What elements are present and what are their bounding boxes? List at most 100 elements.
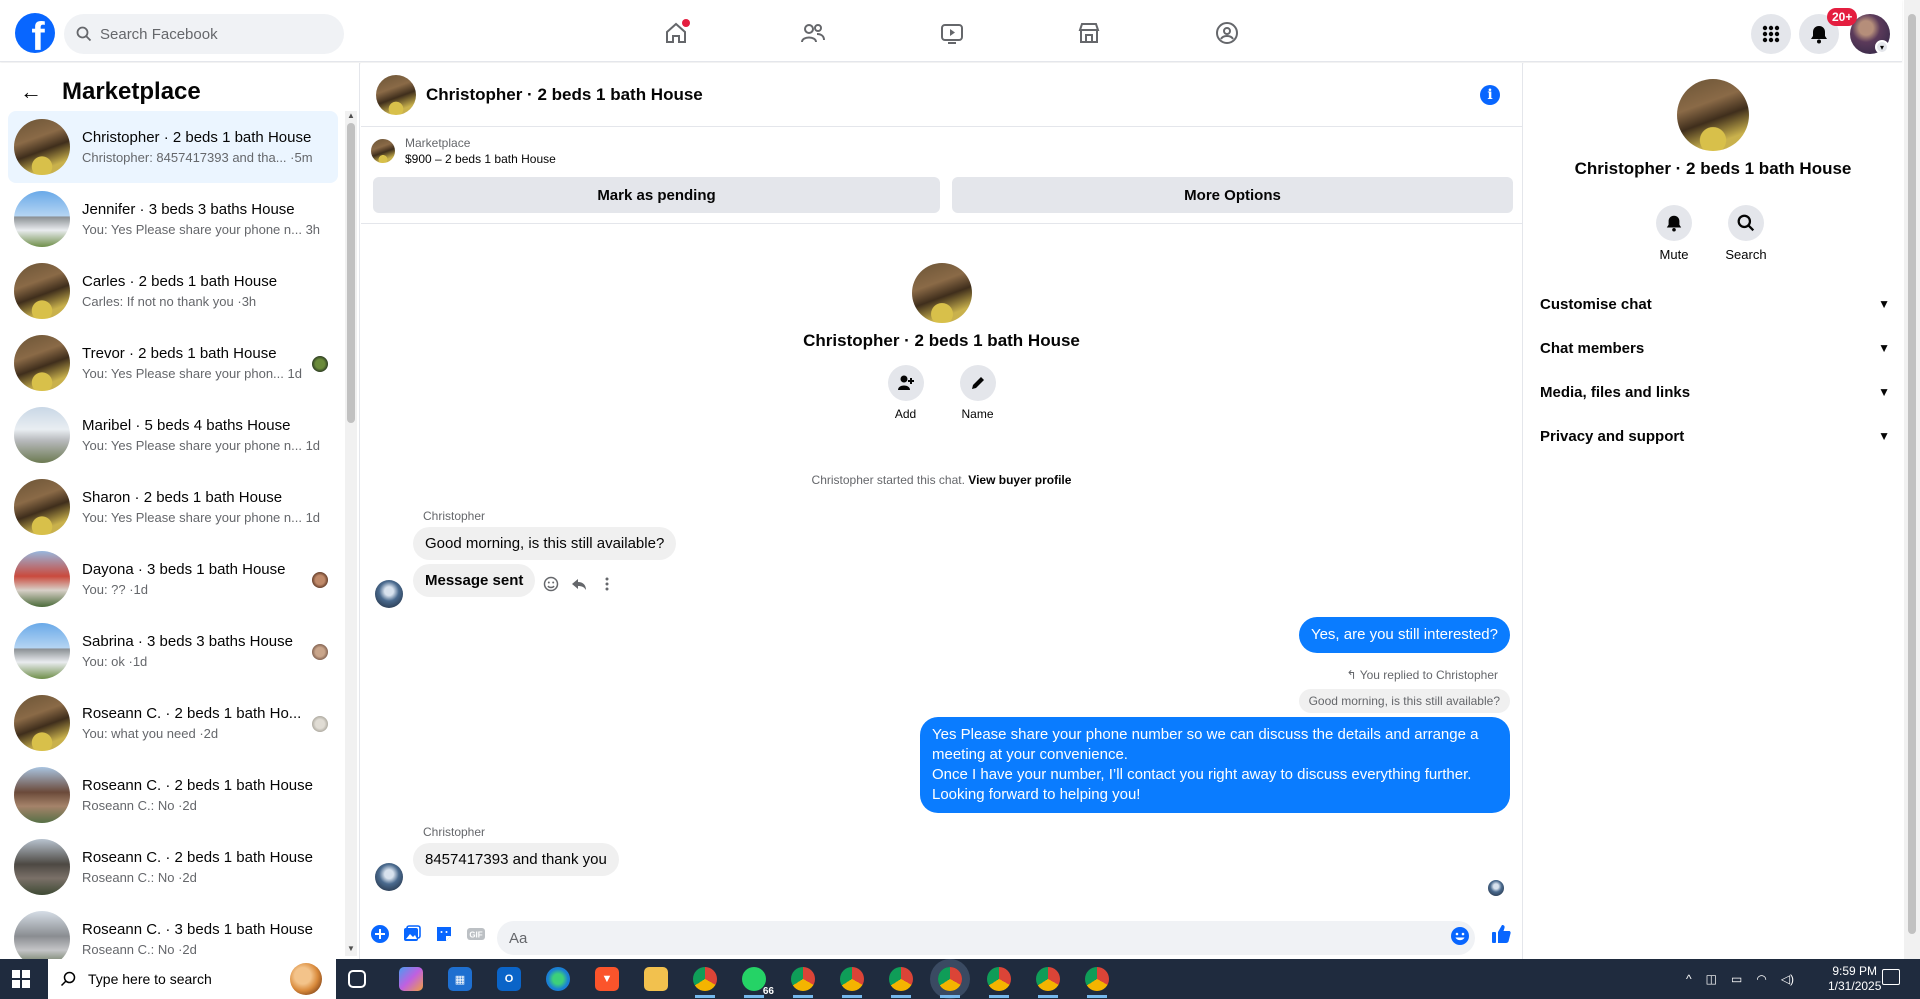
microsoft-store-icon[interactable]: ▦ [448, 967, 472, 991]
task-view-icon[interactable] [348, 970, 366, 988]
menu-button[interactable] [1751, 14, 1791, 54]
page-scrollbar-thumb[interactable] [1908, 14, 1916, 934]
outgoing-message[interactable]: Yes Please share your phone number so we… [920, 717, 1510, 813]
conversation-item[interactable]: Sabrina · 3 beds 3 baths House You: ok ·1… [8, 615, 338, 687]
like-button[interactable] [1490, 923, 1512, 945]
chat-details-panel: Christopher · 2 beds 1 bath House Mute S… [1524, 63, 1902, 959]
scrollbar-thumb[interactable] [347, 123, 355, 423]
sidebar-scrollbar[interactable]: ▲ ▼ [345, 111, 357, 956]
emoji-button[interactable] [1449, 925, 1471, 947]
nav-groups[interactable] [1212, 18, 1242, 48]
conversation-item[interactable]: Jennifer · 3 beds 3 baths House You: Yes … [8, 183, 338, 255]
more-options-icon[interactable] [599, 576, 615, 592]
sender-name: Christopher [423, 825, 486, 839]
sticker-button[interactable] [433, 923, 455, 945]
incoming-message[interactable]: Message sent [413, 564, 536, 597]
nav-marketplace[interactable] [1074, 18, 1104, 48]
attach-photo-button[interactable] [401, 923, 423, 945]
thumbs-up-icon [1492, 925, 1511, 943]
chrome-icon[interactable] [693, 967, 717, 998]
profile-avatar[interactable] [911, 263, 972, 323]
chat-members-section[interactable]: Chat members ▼ [1540, 333, 1890, 363]
file-explorer-icon[interactable] [644, 967, 668, 991]
conversation-preview: Christopher: 8457417393 and tha... ·5m [82, 150, 313, 165]
search-facebook-input[interactable]: Search Facebook [64, 14, 344, 54]
scroll-up-icon[interactable]: ▲ [347, 111, 355, 120]
outlook-icon[interactable]: O [497, 967, 521, 991]
more-actions-button[interactable] [369, 923, 391, 945]
search-in-conversation-button[interactable]: Search [1716, 205, 1776, 262]
chrome-icon[interactable] [1036, 967, 1060, 998]
chrome-icon[interactable] [1085, 967, 1109, 998]
conversation-item[interactable]: Christopher · 2 beds 1 bath House Christo… [8, 111, 338, 183]
quoted-message[interactable]: Good morning, is this still available? [1298, 689, 1510, 713]
gif-button[interactable]: GIF [465, 923, 487, 945]
nav-friends[interactable] [798, 18, 828, 48]
chat-avatar[interactable] [376, 74, 416, 115]
mark-as-pending-button[interactable]: Mark as pending [373, 177, 940, 213]
nav-home[interactable] [661, 18, 691, 48]
chat-title[interactable]: Christopher · 2 beds 1 bath House [426, 85, 703, 105]
conversation-item[interactable]: Dayona · 3 beds 1 bath House You: ?? ·1d [8, 543, 338, 615]
conversation-preview: Carles: If not no thank you ·3h [82, 294, 257, 309]
conversation-preview: You: what you need ·2d [82, 726, 219, 741]
add-button[interactable]: Add [886, 365, 926, 421]
conversation-title: Jennifer · 3 beds 3 baths House [82, 201, 295, 218]
name-button[interactable]: Name [958, 365, 998, 421]
back-arrow-icon[interactable]: ← [20, 79, 42, 105]
view-buyer-profile-link[interactable]: View buyer profile [968, 473, 1071, 487]
meet-now-icon[interactable]: ◫ [1706, 972, 1717, 986]
section-label: Chat members [1540, 339, 1645, 357]
conversation-title: Trevor · 2 beds 1 bath House [82, 345, 277, 362]
scroll-down-icon[interactable]: ▼ [347, 944, 355, 953]
volume-icon[interactable]: ◁) [1781, 972, 1794, 986]
windows-start-icon[interactable] [12, 970, 30, 988]
chevron-down-icon[interactable]: ▾ [1875, 40, 1889, 54]
taskbar-search-box[interactable]: Type here to search [48, 959, 336, 999]
whatsapp-icon[interactable]: 66 [742, 967, 776, 998]
conversation-title: Carles · 2 beds 1 bath House [82, 273, 278, 290]
taskbar-clock[interactable]: 9:59 PM 1/31/2025 [1828, 964, 1881, 994]
incoming-message[interactable]: Good morning, is this still available? [413, 527, 677, 560]
more-options-button[interactable]: More Options [952, 177, 1513, 213]
wifi-icon[interactable]: ◠ [1756, 972, 1766, 986]
react-emoji-icon[interactable] [543, 576, 559, 592]
chrome-icon[interactable] [889, 967, 913, 998]
conversation-item[interactable]: Sharon · 2 beds 1 bath House You: Yes Ple… [8, 471, 338, 543]
incoming-message[interactable]: 8457417393 and thank you [413, 843, 619, 876]
conversation-item[interactable]: Roseann C. · 2 beds 1 bath House Roseann … [8, 831, 338, 903]
chrome-icon[interactable] [987, 967, 1011, 998]
conversation-item[interactable]: Maribel · 5 beds 4 baths House You: Yes P… [8, 399, 338, 471]
page-scrollbar[interactable] [1904, 0, 1920, 959]
sender-avatar[interactable] [375, 863, 403, 891]
message-input[interactable]: Aa [497, 921, 1475, 955]
chrome-icon[interactable] [938, 967, 962, 998]
info-icon[interactable]: i [1480, 85, 1500, 105]
details-avatar[interactable] [1677, 79, 1749, 151]
reply-icon[interactable] [571, 576, 587, 592]
chrome-icon[interactable] [791, 967, 815, 998]
edge-icon[interactable] [546, 967, 570, 991]
marketplace-listing-banner[interactable]: Marketplace $900 – 2 beds 1 bath House [371, 136, 556, 166]
nav-video[interactable] [937, 18, 967, 48]
conversation-title: Christopher · 2 beds 1 bath House [82, 129, 312, 146]
facebook-logo[interactable]: f [15, 13, 55, 53]
conversation-item[interactable]: Roseann C. · 2 beds 1 bath House Roseann … [8, 759, 338, 831]
customise-chat-section[interactable]: Customise chat ▼ [1540, 289, 1890, 319]
brave-icon[interactable]: ▼ [595, 967, 619, 991]
media-files-links-section[interactable]: Media, files and links ▼ [1540, 377, 1890, 407]
conversation-item[interactable]: Trevor · 2 beds 1 bath House You: Yes Ple… [8, 327, 338, 399]
chevron-up-icon[interactable]: ^ [1686, 972, 1692, 986]
notification-center-icon[interactable] [1882, 969, 1900, 985]
conversation-item[interactable]: Roseann C. · 2 beds 1 bath Ho... You: wha… [8, 687, 338, 759]
search-highlight-image [290, 963, 322, 995]
battery-icon[interactable]: ▭ [1731, 972, 1742, 986]
chrome-icon[interactable] [840, 967, 864, 998]
copilot-icon[interactable] [399, 967, 423, 991]
privacy-support-section[interactable]: Privacy and support ▼ [1540, 421, 1890, 451]
outgoing-message[interactable]: Yes, are you still interested? [1298, 617, 1510, 653]
conversation-item[interactable]: Carles · 2 beds 1 bath House Carles: If n… [8, 255, 338, 327]
mute-button[interactable]: Mute [1644, 205, 1704, 262]
sender-avatar[interactable] [375, 580, 403, 608]
system-message: Christopher started this chat. View buye… [361, 473, 1522, 487]
